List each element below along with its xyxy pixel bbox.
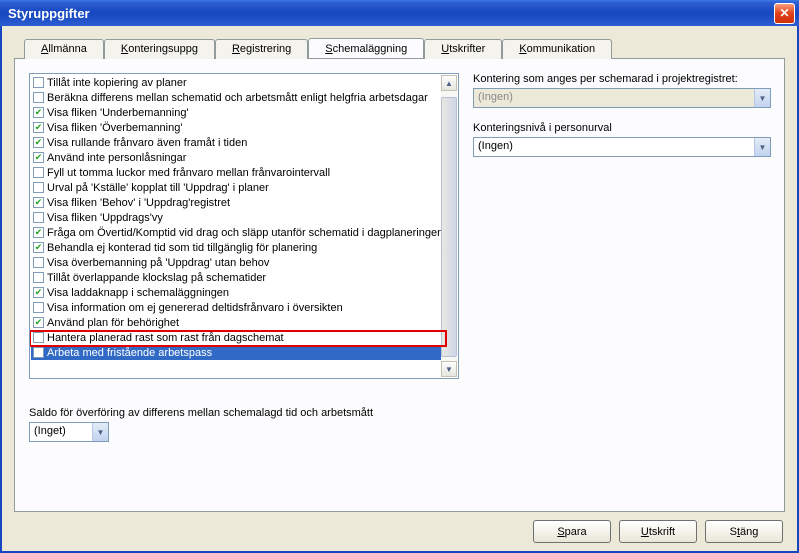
checkbox-icon[interactable] — [33, 182, 44, 193]
list-item[interactable]: Visa fliken 'Underbemanning' — [31, 105, 441, 120]
scroll-thumb[interactable] — [441, 97, 457, 357]
tab-strip: AllmännaKonteringsuppgRegistreringSchema… — [24, 38, 785, 58]
checkbox-icon[interactable] — [33, 122, 44, 133]
kontering-dropdown: (Ingen) ▼ — [473, 88, 771, 108]
checkbox-icon[interactable] — [33, 197, 44, 208]
saldo-label: Saldo för överföring av differens mellan… — [29, 407, 459, 419]
scroll-up-icon[interactable]: ▲ — [441, 75, 457, 91]
checkbox-icon[interactable] — [33, 332, 44, 343]
window-title: Styruppgifter — [8, 6, 774, 21]
list-item-label: Fyll ut tomma luckor med frånvaro mellan… — [47, 167, 330, 179]
list-item[interactable]: Tillåt inte kopiering av planer — [31, 75, 441, 90]
list-item-label: Tillåt inte kopiering av planer — [47, 77, 187, 89]
list-item-label: Visa information om ej genererad deltids… — [47, 302, 343, 314]
checkbox-icon[interactable] — [33, 347, 44, 358]
scroll-down-icon[interactable]: ▼ — [441, 361, 457, 377]
list-item[interactable]: Visa rullande frånvaro även framåt i tid… — [31, 135, 441, 150]
checkbox-icon[interactable] — [33, 257, 44, 268]
chevron-down-icon[interactable]: ▼ — [754, 138, 770, 156]
close-icon[interactable]: ✕ — [774, 3, 795, 24]
tab-schemaläggning[interactable]: Schemaläggning — [308, 38, 424, 58]
list-item-label: Visa fliken 'Uppdrags'vy — [47, 212, 163, 224]
checkbox-icon[interactable] — [33, 272, 44, 283]
list-item-label: Beräkna differens mellan schematid och a… — [47, 92, 428, 104]
list-item[interactable]: Tillåt överlappande klockslag på schemat… — [31, 270, 441, 285]
list-item-label: Använd inte personlåsningar — [47, 152, 186, 164]
list-item[interactable]: Behandla ej konterad tid som tid tillgän… — [31, 240, 441, 255]
list-item[interactable]: Använd inte personlåsningar — [31, 150, 441, 165]
list-item-label: Behandla ej konterad tid som tid tillgän… — [47, 242, 317, 254]
options-listbox[interactable]: Tillåt inte kopiering av planer Beräkna d… — [29, 73, 459, 379]
saldo-value: (Inget) — [30, 423, 92, 441]
checkbox-icon[interactable] — [33, 302, 44, 313]
list-item-label: Visa fliken 'Överbemanning' — [47, 122, 182, 134]
tab-utskrifter[interactable]: Utskrifter — [424, 39, 502, 59]
list-item[interactable]: Fyll ut tomma luckor med frånvaro mellan… — [31, 165, 441, 180]
list-item[interactable]: Visa fliken 'Behov' i 'Uppdrag'registret — [31, 195, 441, 210]
footer: Spara Utskrift Stäng — [14, 512, 785, 543]
scrollbar[interactable]: ▲ ▼ — [441, 75, 457, 377]
checkbox-icon[interactable] — [33, 227, 44, 238]
kontering-label: Kontering som anges per schemarad i proj… — [473, 73, 771, 85]
list-item-label: Visa överbemanning på 'Uppdrag' utan beh… — [47, 257, 269, 269]
titlebar: Styruppgifter ✕ — [0, 0, 799, 26]
list-item-label: Visa fliken 'Behov' i 'Uppdrag'registret — [47, 197, 230, 209]
list-item-label: Visa rullande frånvaro även framåt i tid… — [47, 137, 247, 149]
checkbox-icon[interactable] — [33, 317, 44, 328]
list-item-label: Visa fliken 'Underbemanning' — [47, 107, 189, 119]
checkbox-icon[interactable] — [33, 242, 44, 253]
tab-konteringsuppg[interactable]: Konteringsuppg — [104, 39, 215, 59]
konteringsniva-dropdown[interactable]: (Ingen) ▼ — [473, 137, 771, 157]
checkbox-icon[interactable] — [33, 137, 44, 148]
konteringsniva-value: (Ingen) — [474, 138, 754, 156]
list-item-label: Använd plan för behörighet — [47, 317, 179, 329]
checkbox-icon[interactable] — [33, 212, 44, 223]
list-item-label: Fråga om Övertid/Komptid vid drag och sl… — [47, 227, 443, 239]
close-button[interactable]: Stäng — [705, 520, 783, 543]
tab-kommunikation[interactable]: Kommunikation — [502, 39, 612, 59]
list-item-label: Hantera planerad rast som rast från dags… — [47, 332, 284, 344]
list-item[interactable]: Visa fliken 'Uppdrags'vy — [31, 210, 441, 225]
list-item-label: Tillåt överlappande klockslag på schemat… — [47, 272, 266, 284]
list-item[interactable]: Beräkna differens mellan schematid och a… — [31, 90, 441, 105]
list-item[interactable]: Visa laddaknapp i schemaläggningen — [31, 285, 441, 300]
checkbox-icon[interactable] — [33, 287, 44, 298]
tab-registrering[interactable]: Registrering — [215, 39, 308, 59]
scroll-track[interactable] — [441, 91, 457, 361]
tab-panel-schemalaggning: Tillåt inte kopiering av planer Beräkna d… — [14, 58, 785, 512]
kontering-value: (Ingen) — [474, 89, 754, 107]
checkbox-icon[interactable] — [33, 152, 44, 163]
chevron-down-icon: ▼ — [754, 89, 770, 107]
checkbox-icon[interactable] — [33, 92, 44, 103]
chevron-down-icon[interactable]: ▼ — [92, 423, 108, 441]
tab-allmänna[interactable]: Allmänna — [24, 39, 104, 59]
list-item[interactable]: Visa information om ej genererad deltids… — [31, 300, 441, 315]
saldo-dropdown[interactable]: (Inget) ▼ — [29, 422, 109, 442]
list-item[interactable]: Hantera planerad rast som rast från dags… — [31, 330, 441, 345]
list-item[interactable]: Fråga om Övertid/Komptid vid drag och sl… — [31, 225, 441, 240]
list-item[interactable]: Använd plan för behörighet — [31, 315, 441, 330]
konteringsniva-label: Konteringsnivå i personurval — [473, 122, 771, 134]
checkbox-icon[interactable] — [33, 167, 44, 178]
list-item[interactable]: Arbeta med fristående arbetspass — [31, 345, 441, 360]
checkbox-icon[interactable] — [33, 77, 44, 88]
list-item-label: Urval på 'Kställe' kopplat till 'Uppdrag… — [47, 182, 269, 194]
print-button[interactable]: Utskrift — [619, 520, 697, 543]
checkbox-icon[interactable] — [33, 107, 44, 118]
list-item[interactable]: Visa fliken 'Överbemanning' — [31, 120, 441, 135]
list-item[interactable]: Urval på 'Kställe' kopplat till 'Uppdrag… — [31, 180, 441, 195]
save-button[interactable]: Spara — [533, 520, 611, 543]
list-item[interactable]: Visa överbemanning på 'Uppdrag' utan beh… — [31, 255, 441, 270]
list-item-label: Arbeta med fristående arbetspass — [47, 347, 212, 359]
list-item-label: Visa laddaknapp i schemaläggningen — [47, 287, 229, 299]
